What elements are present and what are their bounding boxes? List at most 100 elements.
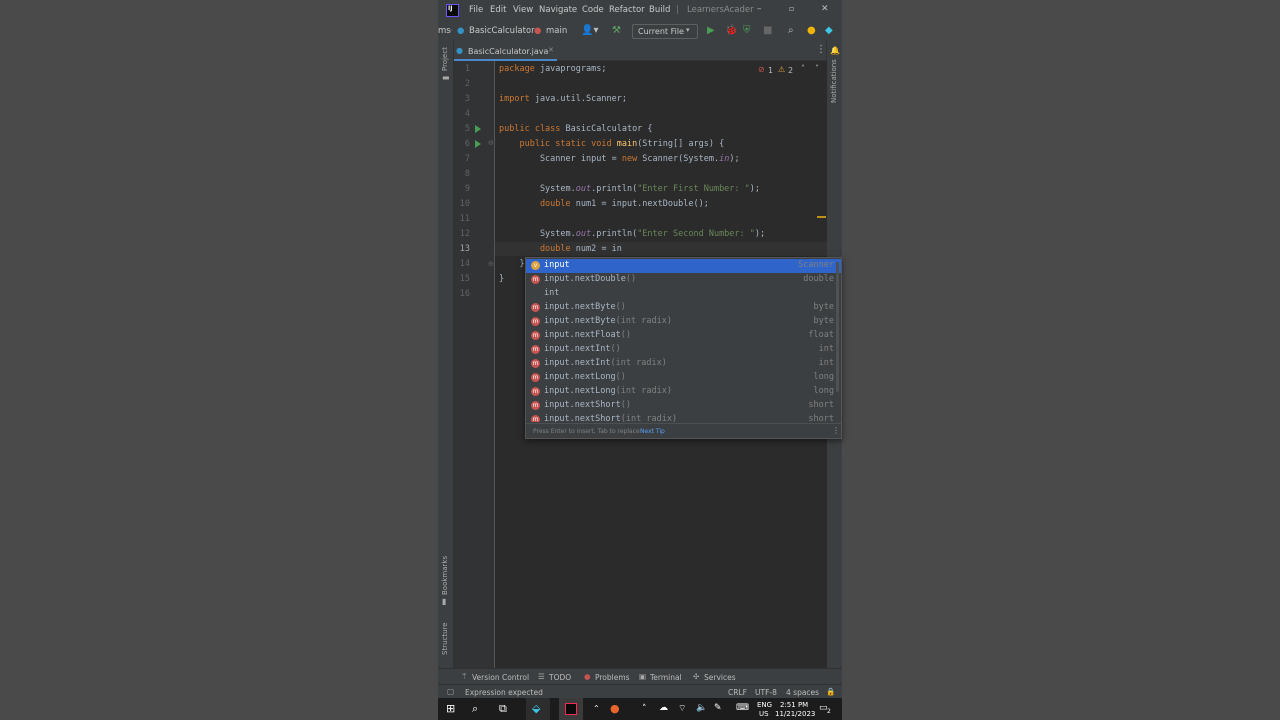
more-tabs-icon[interactable]: ⋮ xyxy=(816,44,826,55)
warning-stripe-marker[interactable] xyxy=(817,216,826,218)
menu-build[interactable]: Build xyxy=(649,5,670,15)
tool-services[interactable]: Services xyxy=(704,673,736,682)
run-config-label: Current File xyxy=(638,27,684,36)
windows-start-icon[interactable]: ⊞ xyxy=(446,702,455,715)
next-tip-link[interactable]: Next Tip xyxy=(640,428,665,435)
bookmark-icon[interactable]: ▮ xyxy=(442,597,446,606)
code-line-10: double num1 = input.nextDouble(); xyxy=(499,199,709,209)
tray-chevron-icon[interactable]: ˄ xyxy=(642,704,647,714)
tray-pen-icon[interactable]: ✎ xyxy=(714,703,722,713)
tray-volume-icon[interactable]: 🔈 xyxy=(696,703,707,713)
encoding-widget[interactable]: UTF-8 xyxy=(755,688,777,697)
breadcrumb-file[interactable]: BasicCalculator xyxy=(469,26,535,36)
tool-terminal[interactable]: Terminal xyxy=(650,673,682,682)
menu-code[interactable]: Code xyxy=(582,5,604,15)
completion-item-name: input.nextLong xyxy=(544,372,616,382)
completion-item[interactable]: m input.nextShort() short xyxy=(526,399,841,413)
completion-item[interactable]: m input.nextByte(int radix) byte xyxy=(526,315,841,329)
completion-item-name: input.nextInt xyxy=(544,344,611,354)
task-view-icon[interactable]: ⧉ xyxy=(499,702,507,716)
menu-file[interactable]: File xyxy=(469,5,483,15)
user-icon[interactable]: 👤▾ xyxy=(581,25,598,36)
previous-highlight-icon[interactable]: ˄ xyxy=(801,64,805,73)
completion-item-text: input.nextLong() xyxy=(544,372,626,382)
taskbar-app-intellij[interactable] xyxy=(559,698,583,720)
completion-item-type: short xyxy=(808,414,834,422)
taskbar-search-icon[interactable]: ⌕ xyxy=(472,702,478,716)
completion-item[interactable]: m input.nextByte() byte xyxy=(526,301,841,315)
search-icon[interactable]: ⌕ xyxy=(788,25,794,36)
line-separator-widget[interactable]: CRLF xyxy=(728,688,747,697)
fold-icon[interactable]: ⊖ xyxy=(488,139,494,147)
completion-item[interactable]: m input.nextInt(int radix) int xyxy=(526,357,841,371)
build-hammer-icon[interactable]: ⚒ xyxy=(612,25,621,36)
line-number: 10 xyxy=(459,199,470,209)
tab-basiccalculator[interactable]: ● BasicCalculator.java ✕ xyxy=(453,43,557,61)
menu-edit[interactable]: Edit xyxy=(490,5,506,15)
assistant-icon[interactable]: ◆ xyxy=(825,25,833,36)
menu-view[interactable]: View xyxy=(513,5,533,15)
updates-icon[interactable]: ● xyxy=(807,25,816,36)
run-class-gutter-icon[interactable] xyxy=(475,125,481,133)
completion-item[interactable]: m input.nextFloat() float xyxy=(526,329,841,343)
completion-scrollbar[interactable] xyxy=(836,262,839,392)
run-icon[interactable]: ▶ xyxy=(707,25,715,36)
status-message: Expression expected xyxy=(465,688,543,697)
line-number: 7 xyxy=(464,154,470,164)
tray-time[interactable]: 2:51 PM xyxy=(780,701,808,709)
completion-item[interactable]: m input.nextDouble() double xyxy=(526,273,841,287)
breadcrumb-method[interactable]: main xyxy=(546,26,567,36)
minimize-icon[interactable]: – xyxy=(757,4,762,14)
lock-icon[interactable]: 🔒 xyxy=(826,687,835,696)
tray-language[interactable]: ENG xyxy=(757,701,772,709)
next-highlight-icon[interactable]: ˅ xyxy=(815,64,819,73)
notification-bell-icon[interactable]: 🔔 xyxy=(830,46,840,55)
completion-item-name: input.nextDouble xyxy=(544,274,626,284)
completion-item-name: input.nextLong xyxy=(544,386,616,396)
tray-keyboard-icon[interactable]: ⌨ xyxy=(736,703,749,713)
completion-menu-icon[interactable]: ⋮ xyxy=(832,426,840,435)
taskbar-overflow-icon[interactable]: ⌃ xyxy=(593,704,600,713)
toggle-panel-icon[interactable]: ▢ xyxy=(447,687,454,696)
project-tool-label[interactable]: Project xyxy=(441,47,449,71)
completion-item-name: input xyxy=(544,260,570,270)
tool-version-control[interactable]: Version Control xyxy=(472,673,529,682)
tool-problems[interactable]: Problems xyxy=(595,673,630,682)
run-main-gutter-icon[interactable] xyxy=(475,140,481,148)
line-number: 16 xyxy=(459,289,470,299)
folder-icon[interactable]: ▬ xyxy=(442,73,450,82)
completion-item[interactable]: m input.nextLong() long xyxy=(526,371,841,385)
error-icon[interactable]: ⊘ xyxy=(758,65,765,74)
completion-item[interactable]: m input.nextLong(int radix) long xyxy=(526,385,841,399)
code-line-12: System.out.println("Enter Second Number:… xyxy=(499,229,766,239)
indent-widget[interactable]: 4 spaces xyxy=(786,688,819,697)
menu-refactor[interactable]: Refactor xyxy=(609,5,645,15)
run-configuration-select[interactable]: Current File ▾ xyxy=(632,24,698,39)
tool-todo[interactable]: TODO xyxy=(549,673,571,682)
method-icon: m xyxy=(531,401,540,410)
completion-item[interactable]: v input Scanner xyxy=(526,259,841,273)
taskbar-app-ide-pinned[interactable]: ⬙ xyxy=(526,698,550,720)
warning-icon[interactable]: ⚠ xyxy=(778,65,785,74)
completion-item[interactable]: m input.nextInt() int xyxy=(526,343,841,357)
firefox-icon[interactable]: ● xyxy=(610,702,620,715)
maximize-icon[interactable]: ▫ xyxy=(789,4,794,13)
tray-cloud-icon[interactable]: ☁ xyxy=(659,703,668,713)
debug-icon[interactable]: 🐞 xyxy=(725,25,737,36)
notifications-tool-label[interactable]: Notifications xyxy=(830,59,838,103)
completion-item[interactable]: m input.nextShort(int radix) short xyxy=(526,413,841,422)
fold-icon[interactable]: ⊖ xyxy=(488,260,494,268)
structure-tool-label[interactable]: Structure xyxy=(441,622,449,655)
tab-close-icon[interactable]: ✕ xyxy=(548,46,554,54)
bookmarks-tool-label[interactable]: Bookmarks xyxy=(441,556,449,595)
menu-navigate[interactable]: Navigate xyxy=(539,5,577,15)
tray-network-icon[interactable]: ⌔ xyxy=(678,703,686,714)
coverage-icon[interactable]: ⛨ xyxy=(743,25,751,36)
tab-label: BasicCalculator.java xyxy=(468,47,549,56)
java-class-icon: ● xyxy=(456,46,463,55)
terminal-icon: ▣ xyxy=(639,672,647,681)
completion-item-type: int xyxy=(818,344,834,354)
stop-icon[interactable]: ■ xyxy=(763,25,772,36)
completion-item[interactable]: int xyxy=(526,287,841,301)
close-icon[interactable]: ✕ xyxy=(821,4,829,14)
